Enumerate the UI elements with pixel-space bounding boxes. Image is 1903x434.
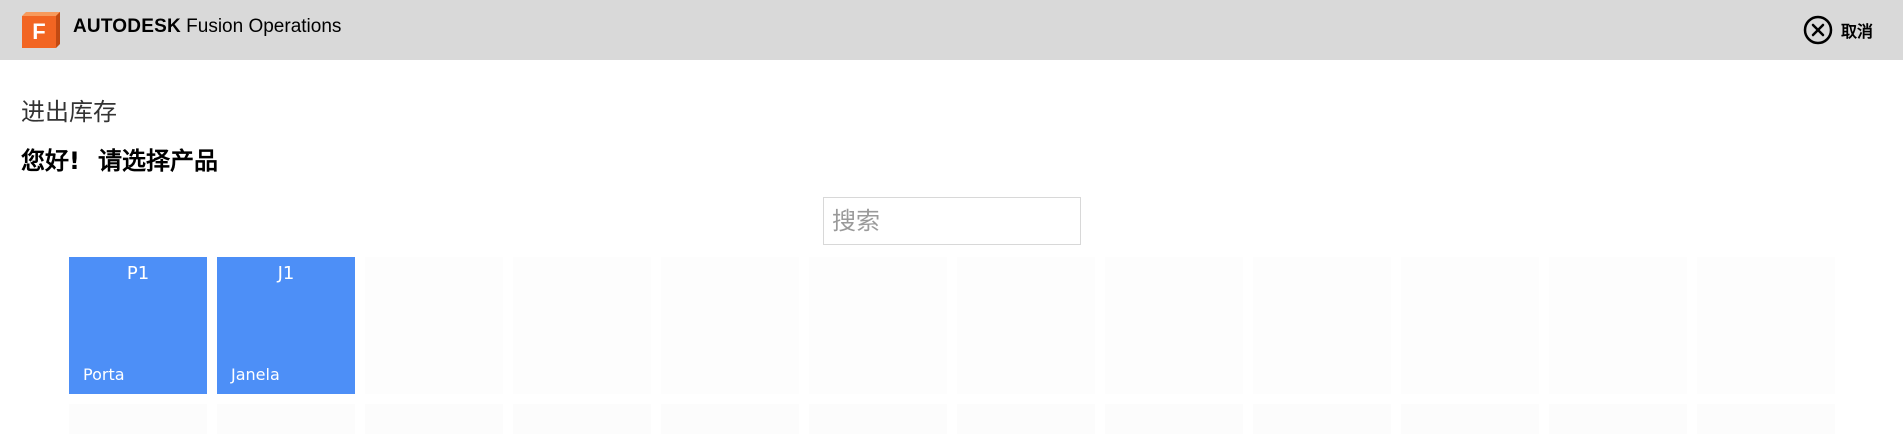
- search-input[interactable]: [823, 197, 1081, 245]
- brand-autodesk: AUTODESK: [73, 16, 181, 37]
- empty-tile: [1697, 404, 1835, 434]
- empty-tile: [1105, 257, 1243, 394]
- empty-tile: [1253, 404, 1391, 434]
- cancel-button[interactable]: 取消: [1803, 15, 1873, 45]
- empty-tile: [1105, 404, 1243, 434]
- product-code: J1: [277, 263, 295, 284]
- product-tile-p1[interactable]: P1 Porta: [69, 257, 207, 394]
- empty-tile: [809, 257, 947, 394]
- autodesk-fusion-logo-icon: F: [22, 12, 60, 48]
- empty-tile: [809, 404, 947, 434]
- close-circle-icon: [1803, 15, 1833, 45]
- empty-tile: [513, 257, 651, 394]
- logo-letter: F: [32, 19, 45, 44]
- empty-tile: [957, 404, 1095, 434]
- empty-tile: [365, 404, 503, 434]
- empty-tile: [1697, 257, 1835, 394]
- product-grid: P1 Porta J1 Janela: [69, 257, 1849, 434]
- app-brand: AUTODESK Fusion Operations: [73, 16, 341, 38]
- empty-tile: [1401, 257, 1539, 394]
- empty-tile: [513, 404, 651, 434]
- product-code: P1: [126, 263, 150, 284]
- empty-tile: [365, 257, 503, 394]
- empty-tile: [69, 404, 207, 434]
- greeting-heading: 您好! 请选择产品: [21, 141, 218, 176]
- product-name: Janela: [231, 365, 280, 384]
- empty-tile: [1401, 404, 1539, 434]
- empty-tile: [661, 257, 799, 394]
- cancel-label: 取消: [1840, 22, 1873, 41]
- page-section-title: 进出库存: [21, 98, 117, 126]
- brand-product: Fusion Operations: [186, 16, 342, 37]
- empty-tile: [661, 404, 799, 434]
- greeting-prompt: 请选择产品: [97, 147, 218, 175]
- empty-tile: [1549, 404, 1687, 434]
- empty-tile: [217, 404, 355, 434]
- empty-tile: [957, 257, 1095, 394]
- product-name: Porta: [83, 365, 125, 384]
- empty-tile: [1549, 257, 1687, 394]
- product-tile-j1[interactable]: J1 Janela: [217, 257, 355, 394]
- greeting-hello: 您好!: [21, 147, 80, 175]
- empty-tile: [1253, 257, 1391, 394]
- app-header: F AUTODESK Fusion Operations 取消: [0, 0, 1903, 60]
